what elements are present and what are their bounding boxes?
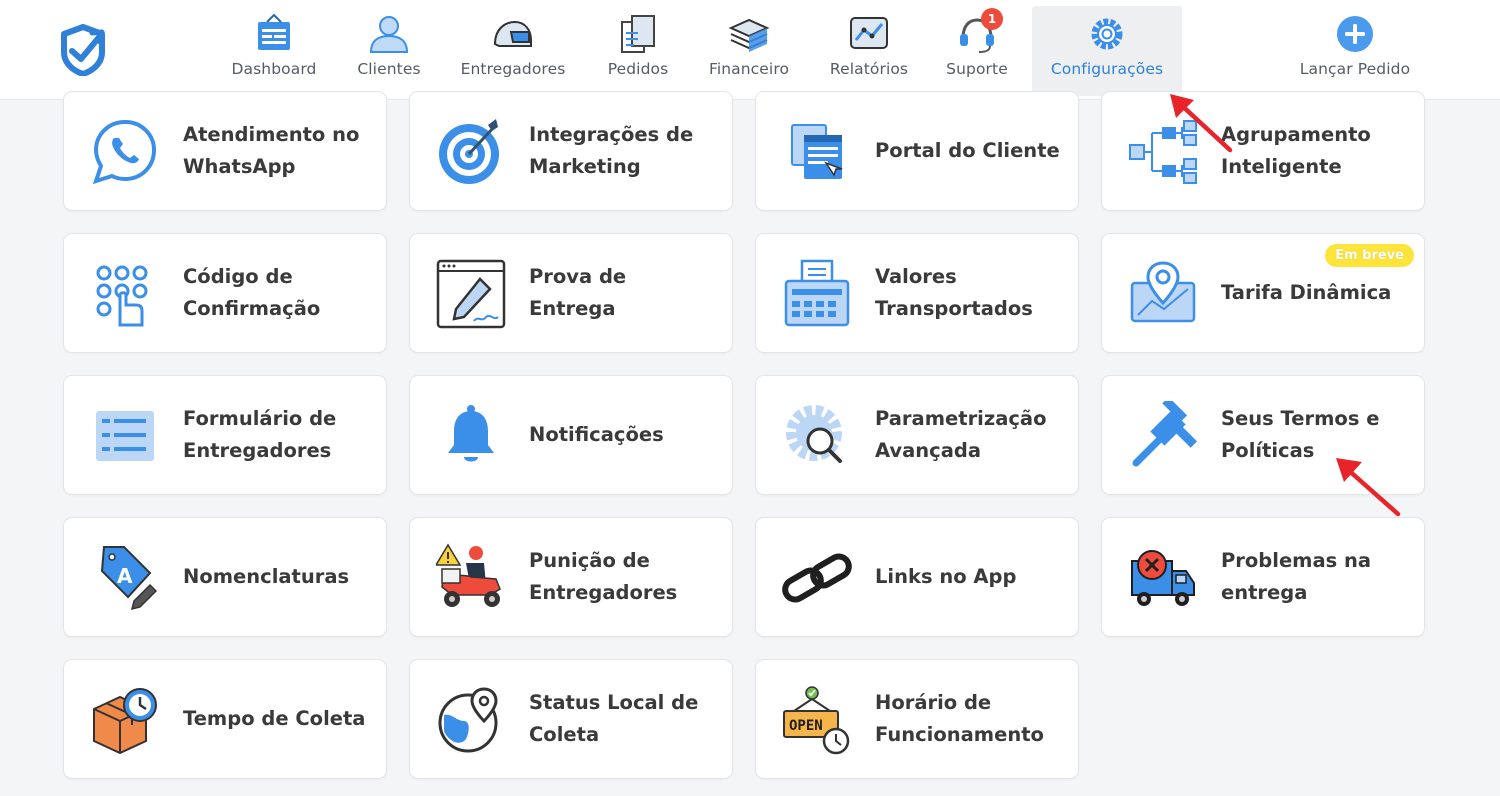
nav-dashboard[interactable]: Dashboard [218, 6, 330, 96]
svg-text:OPEN: OPEN [789, 718, 823, 734]
card-notificacoes[interactable]: Notificações [409, 375, 733, 495]
card-label: Código de Confirmação [183, 265, 321, 320]
card-label: Nomenclaturas [183, 565, 350, 588]
notification-badge: 1 [981, 8, 1003, 30]
card-label: Tempo de Coleta [183, 707, 366, 730]
nav-label: Financeiro [708, 60, 790, 78]
card-label: Seus Termos e Políticas [1221, 407, 1380, 462]
card-atendimento-whatsapp[interactable]: Atendimento no WhatsApp [63, 91, 387, 211]
link-icon [782, 553, 852, 603]
coming-soon-badge: Em breve [1325, 244, 1414, 267]
nav-pedidos[interactable]: Pedidos [593, 6, 683, 96]
card-integracoes-marketing[interactable]: Integrações de Marketing [409, 91, 733, 211]
app-logo-icon[interactable] [58, 24, 108, 76]
nav-relatorios[interactable]: Relatórios [816, 6, 922, 96]
dashboard-icon [258, 13, 290, 50]
signature-pen-icon [436, 259, 506, 329]
card-label: Valores Transportados [875, 265, 1033, 320]
card-label: Agrupamento Inteligente [1221, 123, 1371, 178]
card-termos-politicas[interactable]: Seus Termos e Políticas [1101, 375, 1425, 495]
nav-label: Pedidos [607, 60, 669, 78]
card-problemas-entrega[interactable]: Problemas na entrega [1101, 517, 1425, 637]
card-formulario-entregadores[interactable]: Formulário de Entregadores [63, 375, 387, 495]
plus-circle-icon [1337, 16, 1373, 52]
nav-configuracoes[interactable]: Configurações [1032, 6, 1182, 96]
headset-icon-wrap: 1 [955, 8, 1003, 56]
card-tempo-coleta[interactable]: Tempo de Coleta [63, 659, 387, 779]
card-tarifa-dinamica[interactable]: Tarifa Dinâmica Em breve [1101, 233, 1425, 353]
card-codigo-confirmacao[interactable]: Código de Confirmação [63, 233, 387, 353]
card-label: Formulário de Entregadores [183, 407, 337, 462]
card-prova-entrega[interactable]: Prova de Entrega [409, 233, 733, 353]
svg-text:A: A [117, 564, 133, 588]
gear-icon [1091, 18, 1123, 50]
nav-suporte[interactable]: 1 Suporte [934, 6, 1020, 96]
card-label: Problemas na entrega [1221, 549, 1372, 604]
nav-label: Relatórios [829, 60, 909, 78]
nav-financeiro[interactable]: Financeiro [696, 6, 802, 96]
user-icon [369, 16, 409, 53]
card-label: Horário de Funcionamento [875, 691, 1044, 746]
nav-clientes[interactable]: Clientes [343, 6, 435, 96]
map-pin-icon [1130, 261, 1196, 323]
hierarchy-icon [1129, 120, 1197, 184]
bell-icon [448, 405, 494, 462]
card-valores-transportados[interactable]: Valores Transportados [755, 233, 1079, 353]
card-label: Parametrização Avançada [875, 407, 1047, 462]
card-label: Status Local de Coleta [529, 691, 699, 746]
card-portal-cliente[interactable]: Portal do Cliente [755, 91, 1079, 211]
card-label: Prova de Entrega [529, 265, 627, 320]
card-agrupamento-inteligente[interactable]: Agrupamento Inteligente [1101, 91, 1425, 211]
nav-label: Clientes [357, 60, 421, 78]
open-sign-icon: OPEN [783, 686, 850, 755]
gear-search-icon [786, 405, 842, 463]
card-parametrizacao-avancada[interactable]: Parametrização Avançada [755, 375, 1079, 495]
nav-label: Dashboard [231, 60, 317, 78]
top-navigation-bar: Dashboard Clientes Entregadores Pedidos [0, 0, 1500, 100]
card-label: Links no App [875, 565, 1017, 588]
nav-label: Entregadores [460, 60, 566, 78]
money-stack-icon [728, 18, 770, 52]
gavel-icon [1132, 401, 1198, 467]
card-label: Notificações [529, 423, 664, 446]
nav-label: Configurações [1050, 60, 1164, 78]
browser-windows-icon [791, 124, 843, 179]
cash-register-icon [784, 259, 850, 327]
card-links-app[interactable]: Links no App [755, 517, 1079, 637]
receipt-icon [621, 15, 655, 53]
tag-icon: A [100, 546, 158, 611]
chart-icon [850, 17, 888, 49]
keypad-icon [96, 265, 148, 327]
scooter-warning-icon [436, 543, 501, 607]
whatsapp-icon [92, 119, 157, 185]
card-horario-funcionamento[interactable]: OPEN Horário de Funcionamento [755, 659, 1079, 779]
target-icon [439, 119, 499, 184]
card-label: Atendimento no WhatsApp [183, 123, 360, 178]
card-label: Portal do Cliente [875, 139, 1060, 162]
nav-lancar-pedido[interactable]: Lançar Pedido [1284, 6, 1426, 96]
card-punicao-entregadores[interactable]: Punição de Entregadores [409, 517, 733, 637]
globe-pin-icon [438, 687, 498, 753]
helmet-icon [493, 20, 532, 47]
truck-cancel-icon [1131, 550, 1195, 606]
card-label: Punição de Entregadores [529, 549, 678, 604]
card-label: Integrações de Marketing [529, 123, 694, 178]
card-nomenclaturas[interactable]: A Nomenclaturas [63, 517, 387, 637]
box-clock-icon [93, 688, 157, 755]
nav-label: Lançar Pedido [1299, 60, 1411, 78]
form-list-icon [96, 411, 154, 461]
card-status-local-coleta[interactable]: Status Local de Coleta [409, 659, 733, 779]
nav-entregadores[interactable]: Entregadores [447, 6, 579, 96]
nav-label: Suporte [946, 60, 1008, 78]
